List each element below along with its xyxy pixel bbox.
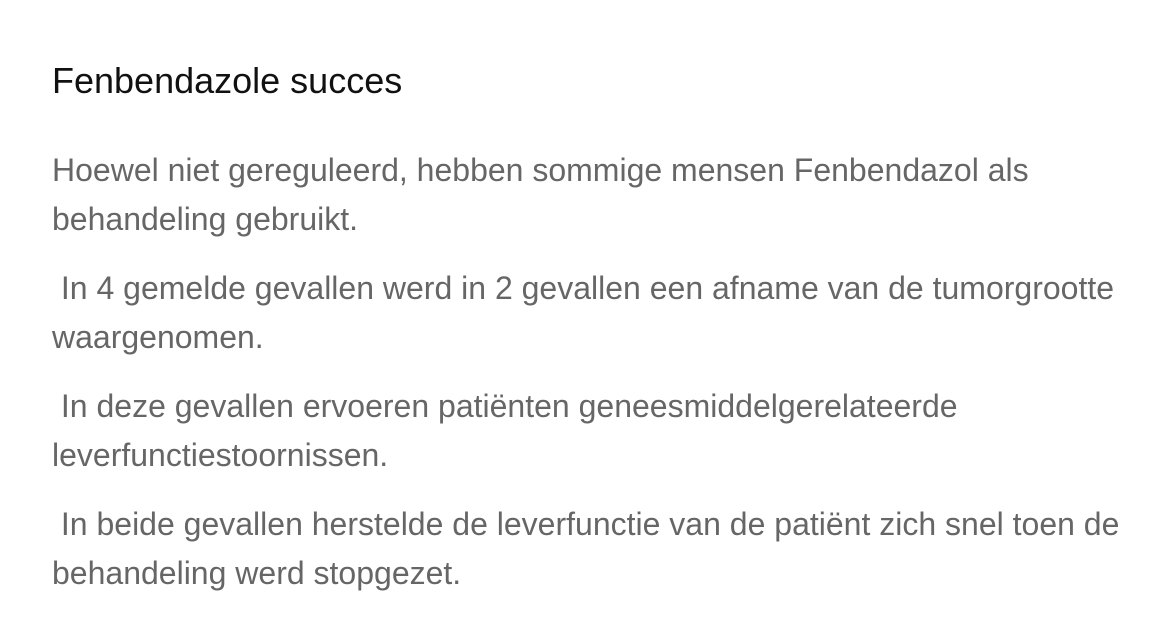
paragraph-3: In deze gevallen ervoeren patiënten gene… bbox=[52, 388, 967, 473]
paragraph-1: Hoewel niet gereguleerd, hebben sommige … bbox=[52, 152, 1038, 237]
paragraph-2: In 4 gemelde gevallen werd in 2 gevallen… bbox=[52, 270, 1123, 355]
paragraph-4: In beide gevallen herstelde de leverfunc… bbox=[52, 506, 1129, 591]
article: Fenbendazole succes Hoewel niet geregule… bbox=[52, 58, 1142, 598]
article-title: Fenbendazole succes bbox=[52, 60, 403, 101]
